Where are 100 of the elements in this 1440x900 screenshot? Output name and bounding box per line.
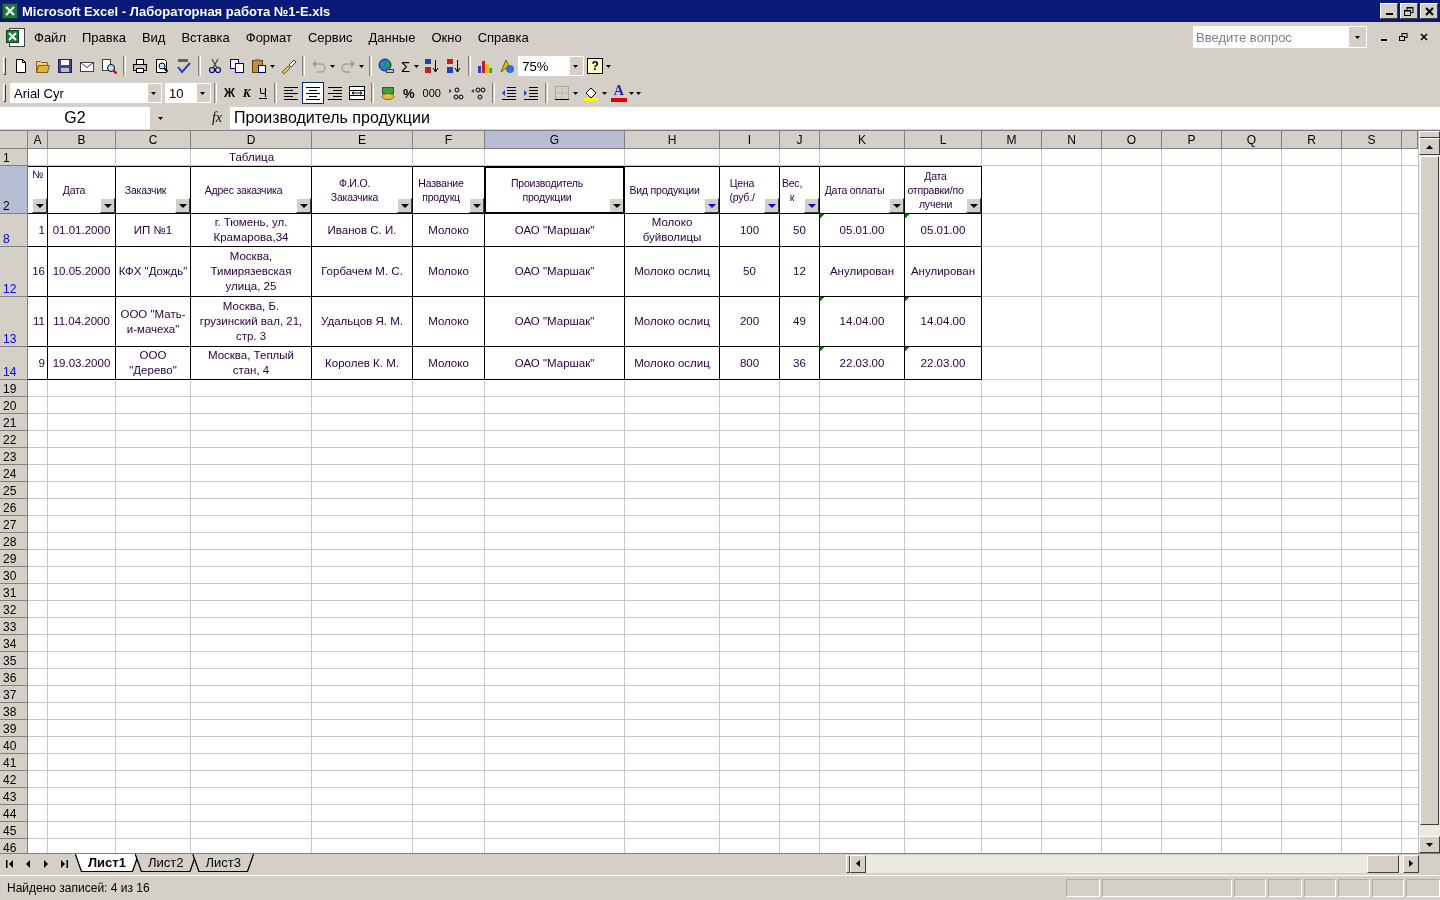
header-cell[interactable]: Ф.И.О. Заказчика xyxy=(312,166,413,214)
row-header[interactable]: 29 xyxy=(0,550,28,567)
column-header[interactable]: J xyxy=(780,131,820,149)
row-header[interactable]: 27 xyxy=(0,516,28,533)
decrease-decimal-icon[interactable] xyxy=(469,85,486,101)
header-cell[interactable]: Дата xyxy=(48,166,116,214)
caret-icon[interactable] xyxy=(601,91,607,95)
previous-sheet-icon[interactable] xyxy=(24,859,32,868)
header-cell[interactable]: Адрес заказчика xyxy=(191,166,312,214)
row-header[interactable]: 20 xyxy=(0,397,28,414)
scroll-down-button[interactable] xyxy=(1419,836,1440,853)
menu-item[interactable]: Сервис xyxy=(299,29,361,45)
row-header[interactable]: 14 xyxy=(0,347,28,380)
select-all-button[interactable] xyxy=(0,131,28,149)
row-header[interactable]: 37 xyxy=(0,686,28,703)
autosum-button[interactable]: Σ xyxy=(397,57,415,75)
restore-icon[interactable] xyxy=(1399,33,1408,41)
header-cell[interactable]: № xyxy=(28,166,48,214)
filter-dropdown-button[interactable] xyxy=(889,198,904,213)
borders-icon[interactable] xyxy=(553,85,570,101)
percent-button[interactable]: % xyxy=(399,85,419,101)
split-box[interactable] xyxy=(1419,131,1440,138)
minimize-button[interactable] xyxy=(1380,3,1398,19)
filter-dropdown-button[interactable] xyxy=(397,198,412,213)
new-document-icon[interactable] xyxy=(13,58,29,74)
brush-icon[interactable] xyxy=(280,58,296,74)
decrease-indent-icon[interactable] xyxy=(500,85,517,101)
print-icon[interactable] xyxy=(132,58,148,74)
row-header[interactable]: 39 xyxy=(0,720,28,737)
column-header[interactable]: O xyxy=(1102,131,1162,149)
help-search-field[interactable]: Введите вопрос xyxy=(1193,26,1349,48)
merge-center-icon[interactable] xyxy=(349,85,365,101)
filter-dropdown-button[interactable] xyxy=(804,198,819,213)
filter-dropdown-button[interactable] xyxy=(764,198,779,213)
scrollbar-thumb[interactable] xyxy=(1420,156,1439,825)
font-name-field[interactable]: Arial Cyr xyxy=(10,83,162,103)
bold-button[interactable]: Ж xyxy=(220,86,239,100)
menu-item[interactable]: Формат xyxy=(237,29,300,45)
toolbar-grip[interactable] xyxy=(3,57,6,75)
caret-icon[interactable] xyxy=(572,91,578,95)
row-header[interactable]: 21 xyxy=(0,414,28,431)
header-cell[interactable]: Вид продукции xyxy=(625,166,720,214)
column-header[interactable]: E xyxy=(312,131,413,149)
toolbar-grip[interactable] xyxy=(3,84,6,102)
row-header[interactable]: 23 xyxy=(0,448,28,465)
currency-icon[interactable] xyxy=(380,85,396,101)
dropdown-button[interactable] xyxy=(1349,26,1367,48)
column-header[interactable]: I xyxy=(720,131,780,149)
tab-split-handle[interactable] xyxy=(846,854,850,873)
underline-button[interactable]: Ч xyxy=(255,86,271,100)
column-header[interactable]: F xyxy=(413,131,485,149)
scroll-right-button[interactable] xyxy=(1403,854,1419,873)
thousands-button[interactable]: 000 xyxy=(418,87,445,99)
header-cell[interactable]: Дата оплаты xyxy=(820,166,905,214)
cut-icon[interactable] xyxy=(207,58,223,74)
filter-dropdown-button[interactable] xyxy=(32,198,47,213)
caret-icon[interactable] xyxy=(330,64,335,68)
column-header[interactable]: B xyxy=(48,131,116,149)
open-folder-icon[interactable] xyxy=(35,58,51,74)
menu-item[interactable]: Вид xyxy=(133,29,174,45)
row-header[interactable]: 12 xyxy=(0,247,28,297)
menu-item[interactable]: Окно xyxy=(423,29,470,45)
menu-item[interactable]: Справка xyxy=(469,29,537,45)
row-header[interactable]: 30 xyxy=(0,567,28,584)
column-header[interactable]: R xyxy=(1282,131,1342,149)
row-header[interactable]: 36 xyxy=(0,669,28,686)
column-header[interactable]: N xyxy=(1042,131,1102,149)
menu-item[interactable]: Правка xyxy=(73,29,134,45)
row-header[interactable]: 41 xyxy=(0,754,28,771)
row-header[interactable]: 8 xyxy=(0,214,28,247)
close-icon[interactable] xyxy=(1420,33,1428,41)
column-header[interactable]: C xyxy=(116,131,191,149)
row-header[interactable]: 28 xyxy=(0,533,28,550)
header-cell[interactable]: Заказчик xyxy=(116,166,191,214)
header-cell[interactable]: Цена (руб./ xyxy=(720,166,780,214)
row-header[interactable]: 1 xyxy=(0,149,28,166)
column-header[interactable]: L xyxy=(905,131,982,149)
row-header[interactable]: 24 xyxy=(0,465,28,482)
row-header[interactable]: 26 xyxy=(0,499,28,516)
close-button[interactable] xyxy=(1420,3,1438,19)
insert-function-button[interactable]: fx xyxy=(170,110,230,126)
increase-indent-icon[interactable] xyxy=(522,85,539,101)
help-button[interactable]: ? xyxy=(587,58,604,74)
next-sheet-icon[interactable] xyxy=(42,859,50,868)
save-icon[interactable] xyxy=(57,58,73,74)
row-header[interactable]: 42 xyxy=(0,771,28,788)
font-size-field[interactable]: 10 xyxy=(165,83,211,103)
drawing-icon[interactable] xyxy=(499,58,516,74)
caret-icon[interactable] xyxy=(573,64,579,68)
document-search-icon[interactable] xyxy=(101,58,117,74)
filter-dropdown-button[interactable] xyxy=(704,198,719,213)
column-header[interactable]: D xyxy=(191,131,312,149)
menu-item[interactable]: Данные xyxy=(360,29,424,45)
menu-item[interactable]: Вставка xyxy=(173,29,238,45)
header-cell[interactable]: Вес, к xyxy=(780,166,820,214)
row-header[interactable]: 45 xyxy=(0,822,28,839)
row-header[interactable]: 43 xyxy=(0,788,28,805)
sheet-tab[interactable]: Лист1 xyxy=(76,854,138,871)
spelling-check-icon[interactable] xyxy=(176,58,192,74)
italic-button[interactable]: К xyxy=(238,85,255,101)
